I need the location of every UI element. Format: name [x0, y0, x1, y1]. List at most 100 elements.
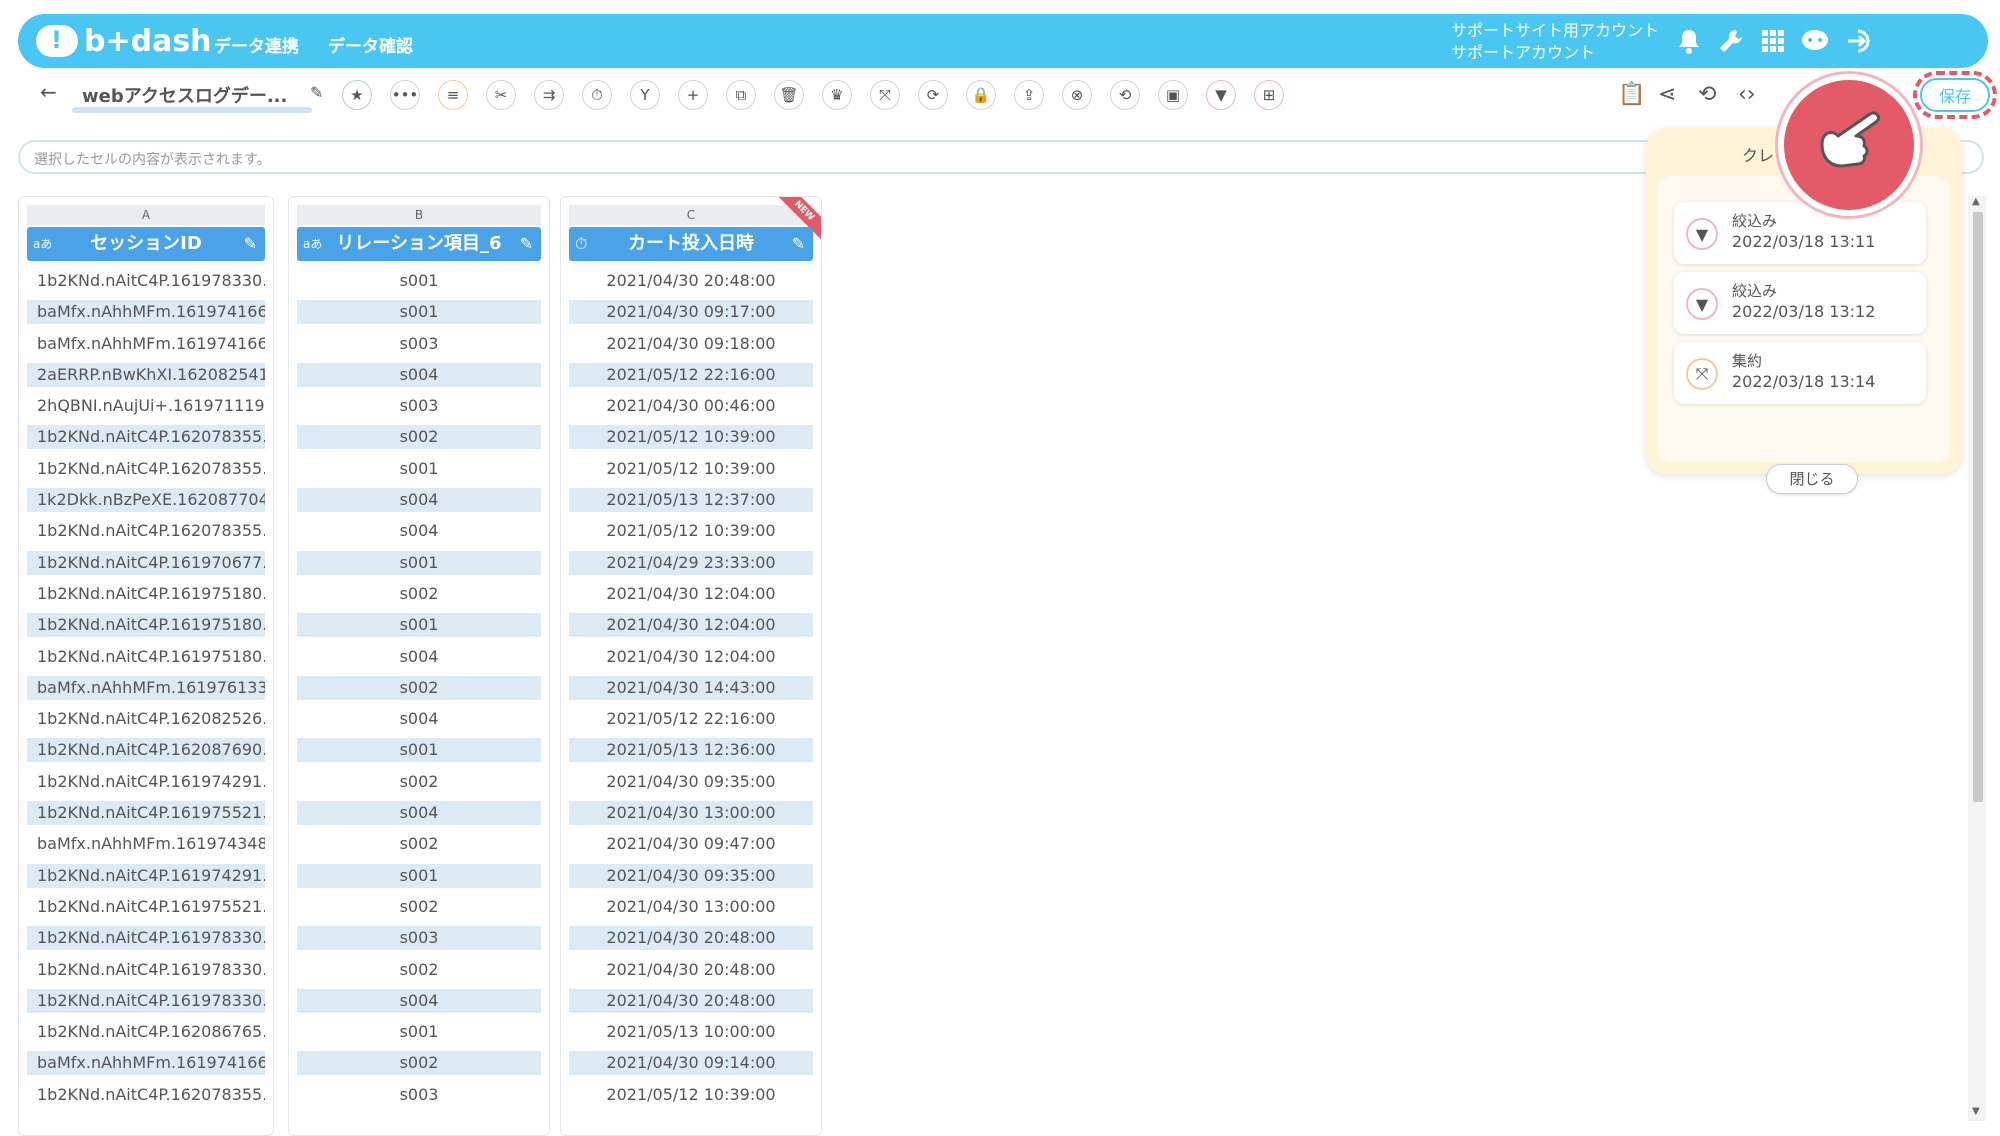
- table-cell[interactable]: baMfx.nAhhMFm.161974348...: [27, 832, 265, 856]
- back-arrow-icon[interactable]: ←: [40, 80, 57, 104]
- table-cell[interactable]: 1b2KNd.nAitC4P.161974291...: [27, 770, 265, 794]
- repeat-icon[interactable]: ⟳: [918, 80, 948, 110]
- star-icon[interactable]: ★: [342, 80, 372, 110]
- transform-icon[interactable]: ⟲: [1110, 80, 1140, 110]
- column-header[interactable]: aあ セッションID ✎: [27, 227, 265, 261]
- add-icon[interactable]: +: [678, 80, 708, 110]
- table-cell[interactable]: s004: [297, 519, 541, 543]
- table-cell[interactable]: 2021/04/30 13:00:00: [569, 895, 813, 919]
- delete-icon[interactable]: 🗑: [774, 80, 804, 110]
- table-cell[interactable]: 2021/05/12 10:39:00: [569, 519, 813, 543]
- column-letter[interactable]: A: [27, 205, 265, 225]
- table-cell[interactable]: s002: [297, 675, 541, 700]
- support-chat-icon[interactable]: [1800, 26, 1830, 56]
- table-cell[interactable]: 2021/04/30 14:43:00: [569, 675, 813, 700]
- history-item[interactable]: ▼ 絞込み 2022/03/18 13:12: [1674, 272, 1926, 334]
- table-cell[interactable]: s001: [297, 863, 541, 888]
- table-cell[interactable]: s001: [297, 269, 541, 293]
- history-icon[interactable]: ⟲: [1698, 82, 1716, 107]
- scroll-down-icon[interactable]: ▼: [1972, 1106, 1980, 1117]
- table-cell[interactable]: 2021/04/30 12:04:00: [569, 582, 813, 606]
- table-cell[interactable]: 1b2KNd.nAitC4P.162078355...: [27, 1083, 265, 1107]
- table-cell[interactable]: s004: [297, 707, 541, 731]
- nav-data-check[interactable]: データ確認: [328, 32, 413, 57]
- scroll-up-icon[interactable]: ▲: [1972, 196, 1980, 207]
- table-cell[interactable]: 2021/04/30 20:48:00: [569, 988, 813, 1013]
- table-cell[interactable]: 2021/05/12 22:16:00: [569, 362, 813, 387]
- table-cell[interactable]: 2021/05/12 22:16:00: [569, 707, 813, 731]
- table-cell[interactable]: s001: [297, 550, 541, 575]
- table-cell[interactable]: s004: [297, 645, 541, 669]
- table-cell[interactable]: s003: [297, 1083, 541, 1107]
- save-button[interactable]: 保存: [1920, 78, 1990, 112]
- table-cell[interactable]: s001: [297, 738, 541, 763]
- table-cell[interactable]: 2021/04/30 13:00:00: [569, 801, 813, 826]
- table-cell[interactable]: 1b2KNd.nAitC4P.161975521...: [27, 801, 265, 826]
- table-cell[interactable]: s001: [297, 613, 541, 638]
- edit-column-icon[interactable]: ✎: [792, 227, 805, 261]
- grid-transform-icon[interactable]: ⊞: [1254, 80, 1284, 110]
- table-cell[interactable]: 1b2KNd.nAitC4P.162086765...: [27, 1020, 265, 1044]
- upload-icon[interactable]: ⇪: [1014, 80, 1044, 110]
- table-cell[interactable]: 1b2KNd.nAitC4P.161975180...: [27, 613, 265, 638]
- table-cell[interactable]: 1b2KNd.nAitC4P.162078355...: [27, 457, 265, 481]
- table-cell[interactable]: s004: [297, 362, 541, 387]
- table-cell[interactable]: s004: [297, 988, 541, 1013]
- copy-icon[interactable]: ⧉: [726, 80, 756, 110]
- table-cell[interactable]: 2hQBNI.nAujUi+.161971119...: [27, 394, 265, 418]
- table-cell[interactable]: 2021/04/30 09:14:00: [569, 1051, 813, 1076]
- tools-icon[interactable]: ✂: [486, 80, 516, 110]
- table-cell[interactable]: baMfx.nAhhMFm.161976133...: [27, 675, 265, 700]
- crown-icon[interactable]: ♛: [822, 80, 852, 110]
- table-cell[interactable]: 2021/04/30 12:04:00: [569, 613, 813, 638]
- table-cell[interactable]: 1b2KNd.nAitC4P.161970677...: [27, 550, 265, 575]
- cancel-icon[interactable]: ⊗: [1062, 80, 1092, 110]
- more-icon[interactable]: •••: [390, 80, 420, 110]
- table-cell[interactable]: 1b2KNd.nAitC4P.161978330...: [27, 926, 265, 951]
- table-cell[interactable]: 1b2KNd.nAitC4P.161978330...: [27, 958, 265, 982]
- lock-icon[interactable]: 🔒: [966, 80, 996, 110]
- logo[interactable]: b+dash: [36, 23, 212, 59]
- share-icon[interactable]: ⋖: [1658, 82, 1676, 107]
- table-cell[interactable]: baMfx.nAhhMFm.161974166...: [27, 332, 265, 356]
- nav-data-integration[interactable]: データ連携: [214, 32, 299, 57]
- account-info[interactable]: サポートサイト用アカウント サポートアカウント: [1451, 20, 1659, 64]
- history-item[interactable]: ▼ 絞込み 2022/03/18 13:11: [1674, 202, 1926, 264]
- table-cell[interactable]: s002: [297, 770, 541, 794]
- table-cell[interactable]: 1b2KNd.nAitC4P.161978330...: [27, 988, 265, 1013]
- wrench-icon[interactable]: [1716, 26, 1746, 56]
- table-cell[interactable]: s004: [297, 801, 541, 826]
- column-letter[interactable]: B: [297, 205, 541, 225]
- table-cell[interactable]: s002: [297, 958, 541, 982]
- table-cell[interactable]: s002: [297, 425, 541, 450]
- table-cell[interactable]: 1b2KNd.nAitC4P.162078355...: [27, 519, 265, 543]
- table-cell[interactable]: 1b2KNd.nAitC4P.161978330...: [27, 269, 265, 293]
- table-cell[interactable]: baMfx.nAhhMFm.161974166...: [27, 300, 265, 325]
- table-cell[interactable]: s002: [297, 582, 541, 606]
- table-cell[interactable]: 2021/04/30 00:46:00: [569, 394, 813, 418]
- table-cell[interactable]: 2021/04/30 09:47:00: [569, 832, 813, 856]
- table-cell[interactable]: 2021/05/12 10:39:00: [569, 457, 813, 481]
- table-cell[interactable]: 2021/05/12 10:39:00: [569, 1083, 813, 1107]
- table-cell[interactable]: 2021/05/13 12:37:00: [569, 488, 813, 513]
- logout-icon[interactable]: [1846, 26, 1876, 56]
- table-cell[interactable]: 2021/04/30 09:18:00: [569, 332, 813, 356]
- edit-column-icon[interactable]: ✎: [244, 227, 257, 261]
- table-cell[interactable]: 1b2KNd.nAitC4P.161974291...: [27, 863, 265, 888]
- table-cell[interactable]: 1b2KNd.nAitC4P.162082526...: [27, 707, 265, 731]
- table-cell[interactable]: s002: [297, 895, 541, 919]
- table-cell[interactable]: 2aERRP.nBwKhXI.162082541...: [27, 362, 265, 387]
- table-cell[interactable]: baMfx.nAhhMFm.161974166...: [27, 1051, 265, 1076]
- apps-grid-icon[interactable]: [1758, 26, 1788, 56]
- table-cell[interactable]: 2021/04/30 09:35:00: [569, 770, 813, 794]
- table-cell[interactable]: s001: [297, 300, 541, 325]
- branch-icon[interactable]: Y: [630, 80, 660, 110]
- table-cell[interactable]: s002: [297, 1051, 541, 1076]
- column-header[interactable]: aあ リレーション項目_6 ✎: [297, 227, 541, 261]
- table-cell[interactable]: 2021/04/29 23:33:00: [569, 550, 813, 575]
- table-cell[interactable]: 1k2Dkk.nBzPeXE.162087704...: [27, 488, 265, 513]
- list-icon[interactable]: ≡: [438, 80, 468, 110]
- clipboard-icon[interactable]: 📋: [1618, 82, 1645, 107]
- table-cell[interactable]: 2021/04/30 20:48:00: [569, 958, 813, 982]
- table-cell[interactable]: s004: [297, 488, 541, 513]
